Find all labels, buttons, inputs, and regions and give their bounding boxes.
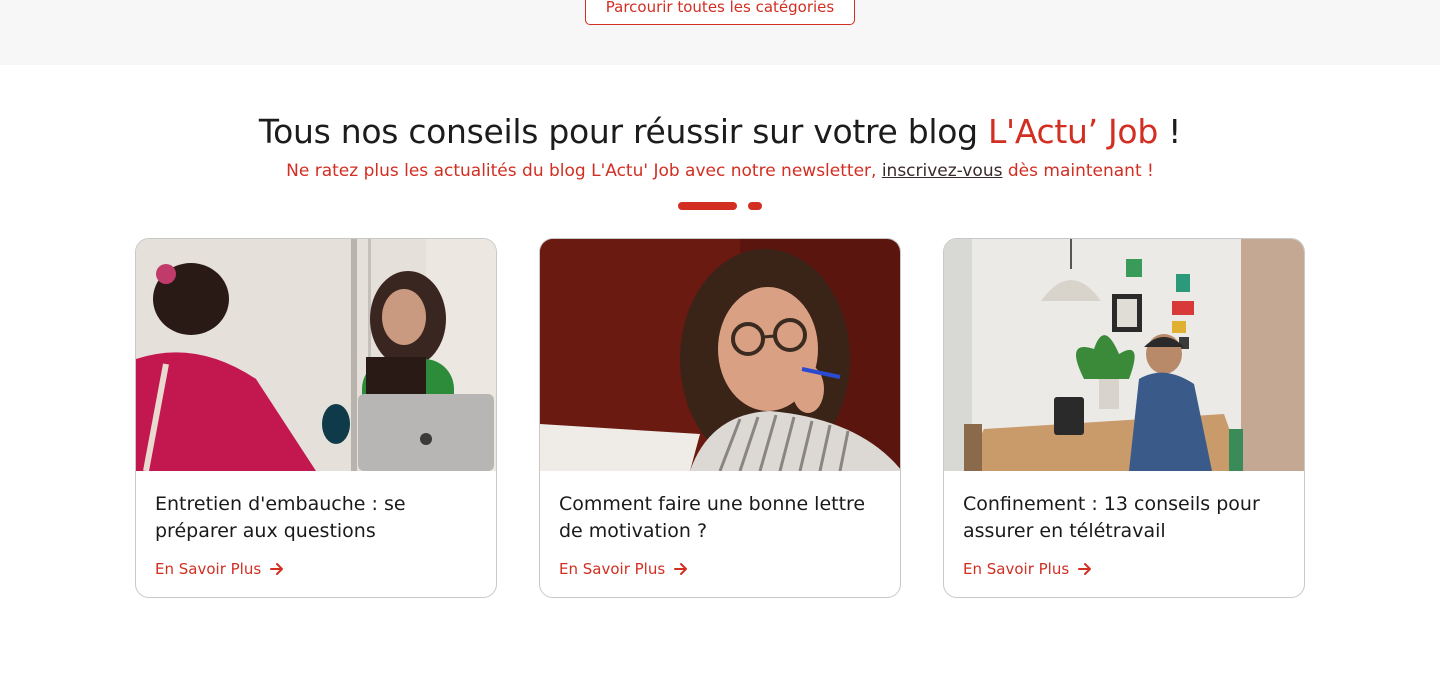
- article-title[interactable]: Comment faire une bonne lettre de motiva…: [559, 491, 889, 545]
- brand-name: L'Actu’ Job: [987, 112, 1158, 151]
- arrow-right-icon: [674, 563, 688, 575]
- carousel-dot-active[interactable]: [678, 202, 737, 210]
- article-card[interactable]: Entretien d'embauche : se préparer aux q…: [135, 238, 497, 598]
- read-more-label: En Savoir Plus: [559, 560, 666, 578]
- browse-all-categories-button[interactable]: Parcourir toutes les catégories: [585, 0, 855, 25]
- article-image[interactable]: [944, 239, 1304, 471]
- read-more-label: En Savoir Plus: [155, 560, 262, 578]
- carousel-indicators: [678, 202, 768, 210]
- article-card[interactable]: Confinement : 13 conseils pour assurer e…: [943, 238, 1305, 598]
- arrow-right-icon: [1078, 563, 1092, 575]
- read-more-label: En Savoir Plus: [963, 560, 1070, 578]
- heading-suffix: !: [1157, 112, 1182, 151]
- sub-suffix: dès maintenant !: [1002, 161, 1154, 181]
- heading-prefix: Tous nos conseils pour réussir sur votre…: [258, 112, 988, 151]
- newsletter-subheading: Ne ratez plus les actualités du blog L'A…: [0, 161, 1440, 181]
- section-heading: Tous nos conseils pour réussir sur votre…: [0, 112, 1440, 151]
- read-more-link[interactable]: En Savoir Plus: [559, 560, 688, 578]
- article-title[interactable]: Confinement : 13 conseils pour assurer e…: [963, 491, 1293, 545]
- top-band: Parcourir toutes les catégories: [0, 0, 1440, 65]
- article-card[interactable]: Comment faire une bonne lettre de motiva…: [539, 238, 901, 598]
- sub-prefix: Ne ratez plus les actualités du blog L'A…: [286, 161, 882, 181]
- article-image[interactable]: [540, 239, 900, 471]
- article-image[interactable]: [136, 239, 496, 471]
- article-title[interactable]: Entretien d'embauche : se préparer aux q…: [155, 491, 485, 545]
- read-more-link[interactable]: En Savoir Plus: [155, 560, 284, 578]
- arrow-right-icon: [270, 563, 284, 575]
- carousel-dot[interactable]: [748, 202, 762, 210]
- subscribe-link[interactable]: inscrivez-vous: [882, 161, 1003, 181]
- read-more-link[interactable]: En Savoir Plus: [963, 560, 1092, 578]
